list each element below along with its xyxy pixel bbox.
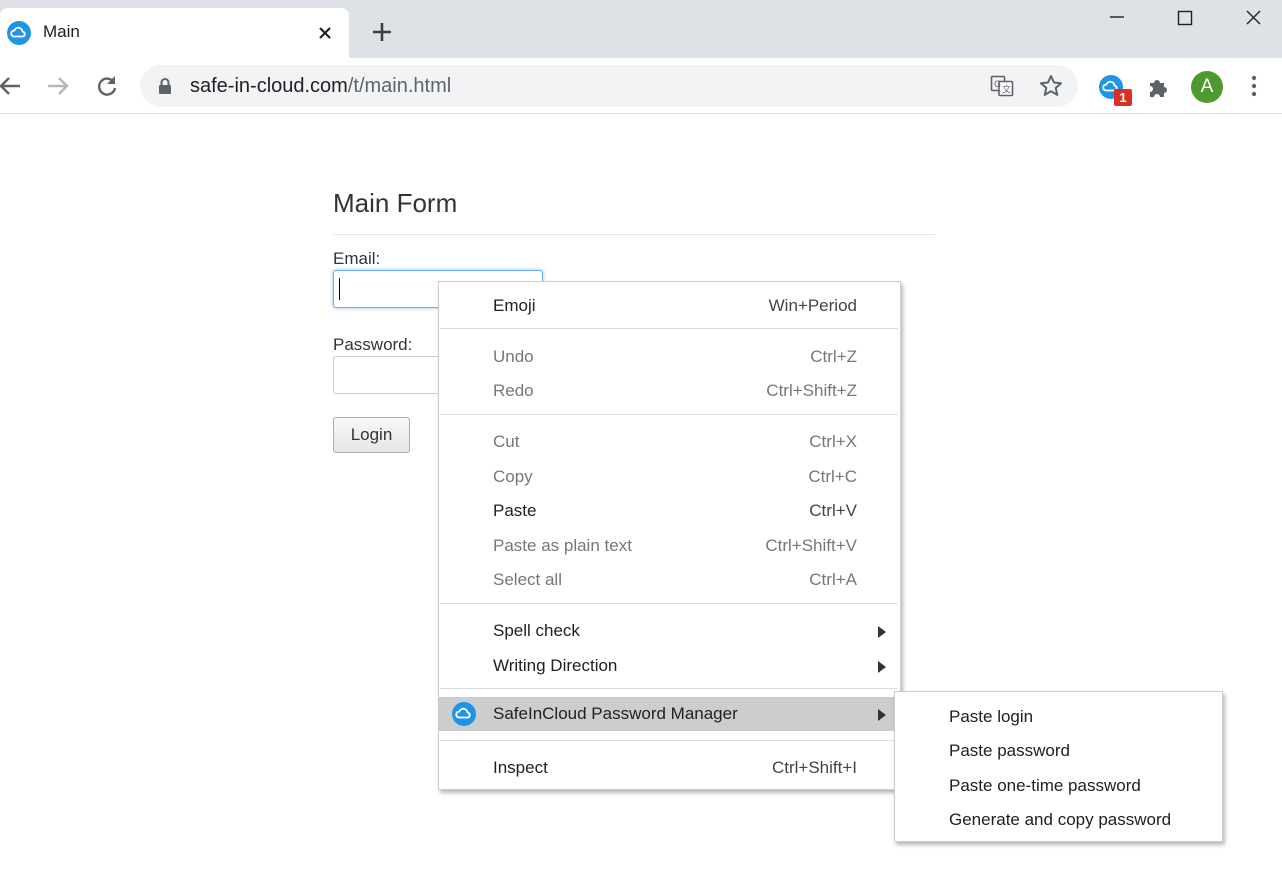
safeincloud-submenu: Paste login Paste password Paste one-tim… xyxy=(894,691,1223,842)
menu-item-spell-check[interactable]: Spell check xyxy=(439,614,900,648)
submenu-item-paste-otp[interactable]: Paste one-time password xyxy=(895,769,1222,803)
lock-icon[interactable] xyxy=(157,77,173,95)
safeincloud-favicon-icon xyxy=(7,21,31,45)
extensions-puzzle-icon[interactable] xyxy=(1146,74,1172,100)
new-tab-icon[interactable] xyxy=(368,18,396,46)
menu-item-shortcut: Ctrl+Shift+Z xyxy=(766,381,857,400)
menu-item-label: Paste as plain text xyxy=(493,536,632,555)
forward-arrow-icon[interactable] xyxy=(44,72,72,100)
menu-separator xyxy=(440,414,898,415)
more-options-icon[interactable] xyxy=(1244,74,1264,98)
email-label: Email: xyxy=(333,249,381,268)
menu-item-shortcut: Ctrl+V xyxy=(809,501,857,520)
menu-item-label: Paste xyxy=(493,501,537,520)
menu-item-shortcut: Ctrl+C xyxy=(808,467,857,486)
submenu-arrow-icon xyxy=(878,661,886,673)
submenu-item-paste-password[interactable]: Paste password xyxy=(895,734,1222,768)
menu-item-label: Select all xyxy=(493,570,562,589)
menu-item-label: Writing Direction xyxy=(493,656,618,675)
menu-item-shortcut: Win+Period xyxy=(768,296,857,315)
translate-icon[interactable]: G文 xyxy=(990,74,1014,98)
safeincloud-icon xyxy=(452,702,476,726)
menu-item-shortcut: Ctrl+Shift+I xyxy=(771,758,857,777)
menu-item-undo[interactable]: Undo Ctrl+Z xyxy=(439,340,900,374)
menu-separator xyxy=(440,328,898,329)
bookmark-star-icon[interactable] xyxy=(1038,73,1064,99)
menu-item-label: Cut xyxy=(493,432,520,451)
menu-item-shortcut: Ctrl+Z xyxy=(810,347,857,366)
menu-item-paste[interactable]: Paste Ctrl+V xyxy=(439,494,900,528)
menu-item-paste-plain-text[interactable]: Paste as plain text Ctrl+Shift+V xyxy=(439,529,900,563)
menu-item-label: Redo xyxy=(493,381,534,400)
menu-item-label: Spell check xyxy=(493,621,580,640)
menu-item-redo[interactable]: Redo Ctrl+Shift+Z xyxy=(439,374,900,408)
login-button[interactable]: Login xyxy=(333,417,410,453)
address-bar[interactable]: safe-in-cloud.com/t/main.html G文 xyxy=(140,65,1078,107)
tab-title: Main xyxy=(43,22,80,41)
submenu-item-paste-login[interactable]: Paste login xyxy=(895,700,1222,734)
menu-separator xyxy=(440,603,898,604)
url-domain: safe-in-cloud.com xyxy=(190,75,348,97)
context-menu: Emoji Win+Period Undo Ctrl+Z Redo Ctrl+S… xyxy=(438,281,901,790)
submenu-item-label: Paste one-time password xyxy=(949,776,1141,795)
submenu-item-label: Paste password xyxy=(949,741,1070,760)
menu-separator xyxy=(440,740,898,741)
text-caret xyxy=(339,278,340,300)
password-label: Password: xyxy=(333,335,413,354)
back-arrow-icon[interactable] xyxy=(0,72,24,100)
submenu-item-generate-password[interactable]: Generate and copy password xyxy=(895,803,1222,837)
menu-item-label: Copy xyxy=(493,467,533,486)
svg-text:G: G xyxy=(994,80,1001,90)
title-divider xyxy=(333,234,935,235)
browser-toolbar: safe-in-cloud.com/t/main.html G文 A xyxy=(0,58,1282,114)
menu-item-shortcut: Ctrl+A xyxy=(809,570,857,589)
svg-text:文: 文 xyxy=(1002,84,1011,96)
url-text: safe-in-cloud.com/t/main.html xyxy=(190,75,451,98)
submenu-item-label: Paste login xyxy=(949,707,1034,726)
extension-badge: 1 xyxy=(1114,89,1132,106)
menu-item-label: Emoji xyxy=(493,296,536,315)
menu-item-copy[interactable]: Copy Ctrl+C xyxy=(439,460,900,494)
menu-item-safeincloud[interactable]: SafeInCloud Password Manager xyxy=(439,697,900,731)
submenu-arrow-icon xyxy=(878,626,886,638)
menu-item-emoji[interactable]: Emoji Win+Period xyxy=(439,289,900,323)
menu-item-cut[interactable]: Cut Ctrl+X xyxy=(439,425,900,459)
reload-icon[interactable] xyxy=(93,72,121,100)
submenu-arrow-icon xyxy=(878,709,886,721)
window-maximize-icon[interactable] xyxy=(1165,6,1205,30)
url-path: /t/main.html xyxy=(347,75,452,97)
menu-item-shortcut: Ctrl+X xyxy=(809,432,857,451)
menu-item-select-all[interactable]: Select all Ctrl+A xyxy=(439,563,900,597)
window-close-icon[interactable] xyxy=(1233,6,1273,30)
menu-separator xyxy=(440,688,898,689)
menu-item-label: Inspect xyxy=(493,758,548,777)
menu-item-label: Undo xyxy=(493,347,534,366)
menu-item-writing-direction[interactable]: Writing Direction xyxy=(439,649,900,683)
tab-close-icon[interactable] xyxy=(313,21,337,45)
page-title: Main Form xyxy=(333,188,458,218)
menu-item-label: SafeInCloud Password Manager xyxy=(493,704,738,723)
tab-strip: Main xyxy=(0,0,1282,58)
submenu-item-label: Generate and copy password xyxy=(949,810,1172,829)
menu-item-shortcut: Ctrl+Shift+V xyxy=(765,536,857,555)
window-minimize-icon[interactable] xyxy=(1097,6,1137,30)
menu-item-inspect[interactable]: Inspect Ctrl+Shift+I xyxy=(439,751,900,785)
tab-main[interactable]: Main xyxy=(0,8,349,58)
profile-avatar[interactable]: A xyxy=(1191,71,1223,103)
